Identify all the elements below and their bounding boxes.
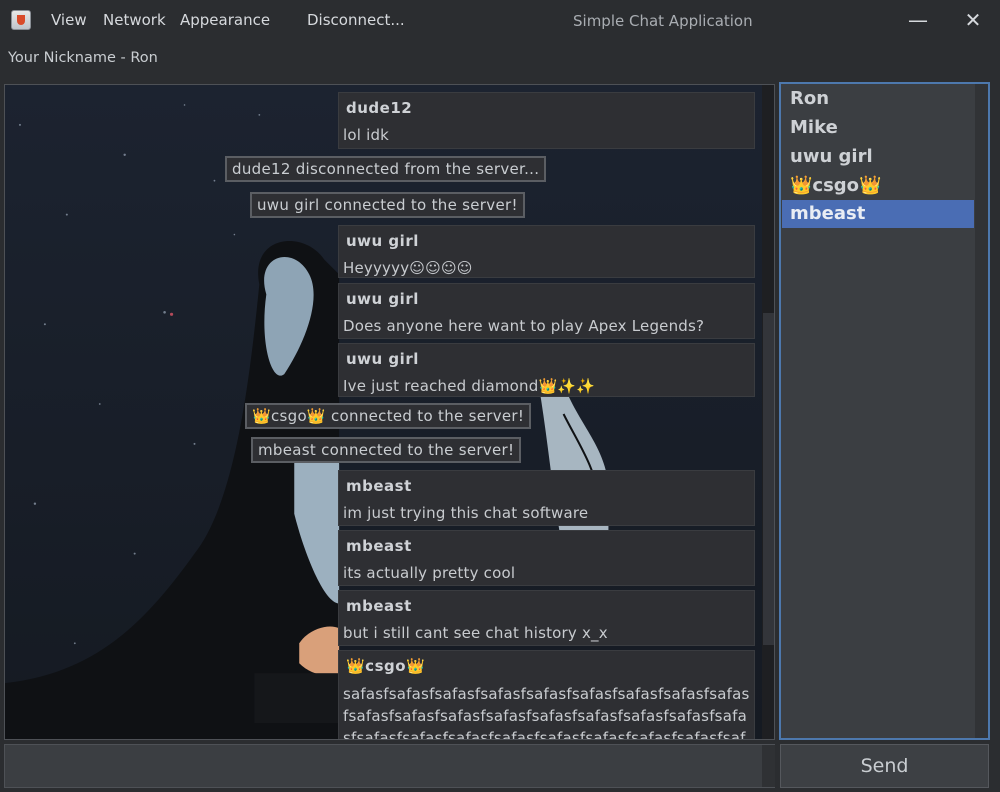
java-app-icon xyxy=(11,10,31,30)
chat-message: mbeast its actually pretty cool xyxy=(339,531,754,585)
window-title: Simple Chat Application xyxy=(573,12,753,30)
system-notice: dude12 disconnected from the server... xyxy=(225,156,547,182)
user-list-item[interactable]: 👑csgo👑 xyxy=(782,172,974,200)
message-sender: mbeast xyxy=(346,597,412,615)
message-text: safasfsafasfsafasfsafasfsafasfsafasfsafa… xyxy=(343,685,750,740)
message-sender: uwu girl xyxy=(346,350,419,368)
message-sender: 👑csgo👑 xyxy=(346,657,426,675)
chat-message: mbeast im just trying this chat software xyxy=(339,471,754,525)
message-text: Does anyone here want to play Apex Legen… xyxy=(343,317,705,335)
user-list-item-selected[interactable]: mbeast xyxy=(782,200,974,228)
chat-message: uwu girl Heyyyyy☺☺☺☺ xyxy=(339,226,754,277)
menu-network[interactable]: Network xyxy=(103,11,166,29)
message-text: Heyyyyy☺☺☺☺ xyxy=(343,259,473,277)
message-sender: uwu girl xyxy=(346,290,419,308)
message-text: its actually pretty cool xyxy=(343,564,516,582)
close-icon[interactable]: ✕ xyxy=(961,8,985,32)
chat-message: mbeast but i still cant see chat history… xyxy=(339,591,754,645)
user-list-item[interactable]: uwu girl xyxy=(782,143,974,171)
chat-message: uwu girl Ive just reached diamond👑✨✨ xyxy=(339,344,754,396)
message-text: im just trying this chat software xyxy=(343,504,589,522)
nickname-label: Your Nickname - Ron xyxy=(8,50,158,66)
message-text: Ive just reached diamond👑✨✨ xyxy=(343,377,596,395)
chat-message: dude12 lol idk xyxy=(339,93,754,148)
message-sender: mbeast xyxy=(346,537,412,555)
user-list-item[interactable]: Ron xyxy=(782,85,974,113)
chat-pane[interactable]: dude12 lol idk dude12 disconnected from … xyxy=(4,84,775,740)
message-input-scrollbar[interactable] xyxy=(762,745,775,787)
menu-view[interactable]: View xyxy=(51,11,87,29)
message-text: but i still cant see chat history x_x xyxy=(343,624,608,642)
system-notice: mbeast connected to the server! xyxy=(251,437,522,463)
message-sender: mbeast xyxy=(346,477,412,495)
title-bar: View Network Appearance Disconnect... Si… xyxy=(0,0,1000,40)
chat-scrollbar-thumb[interactable] xyxy=(763,313,774,645)
user-list-item[interactable]: Mike xyxy=(782,114,974,142)
message-input[interactable] xyxy=(4,744,775,788)
user-list-scrollbar[interactable] xyxy=(975,84,988,738)
system-notice: uwu girl connected to the server! xyxy=(250,192,525,218)
chat-message: uwu girl Does anyone here want to play A… xyxy=(339,284,754,338)
system-notice: 👑csgo👑 connected to the server! xyxy=(245,403,532,429)
user-list[interactable]: Ron Mike uwu girl 👑csgo👑 mbeast xyxy=(779,82,990,740)
message-sender: dude12 xyxy=(346,99,413,117)
send-button[interactable]: Send xyxy=(780,744,989,788)
menu-appearance[interactable]: Appearance xyxy=(180,11,270,29)
menu-disconnect[interactable]: Disconnect... xyxy=(307,11,405,29)
minimize-icon[interactable]: — xyxy=(906,8,930,32)
chat-message: 👑csgo👑 safasfsafasfsafasfsafasfsafasfsaf… xyxy=(339,651,754,740)
message-text: lol idk xyxy=(343,126,390,144)
message-sender: uwu girl xyxy=(346,232,419,250)
